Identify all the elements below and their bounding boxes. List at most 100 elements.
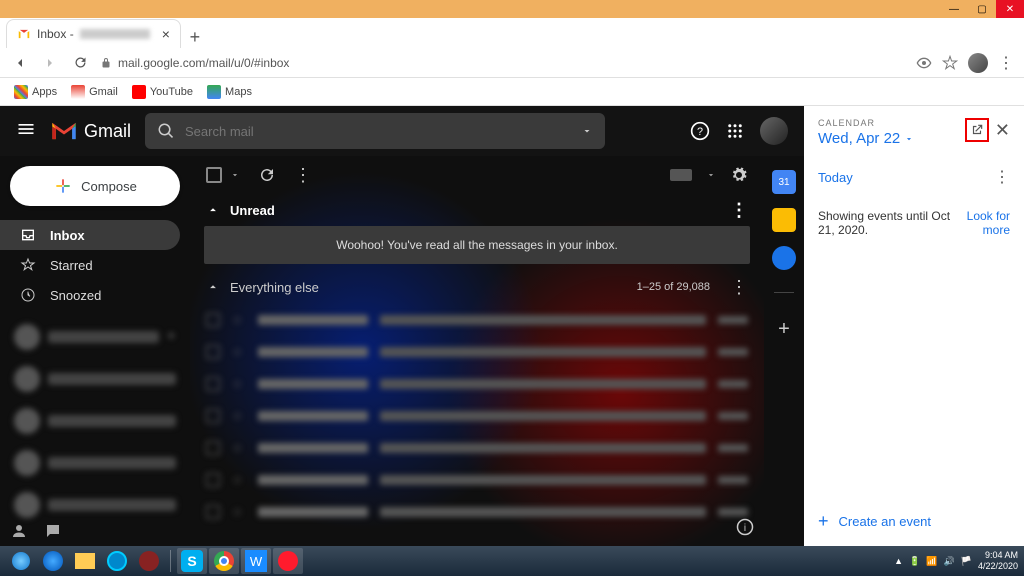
email-row[interactable]: ☆ bbox=[190, 464, 764, 496]
chevron-up-icon bbox=[206, 203, 220, 217]
refresh-icon[interactable] bbox=[258, 166, 276, 184]
today-link[interactable]: Today bbox=[818, 170, 853, 185]
email-row[interactable]: ☆ bbox=[190, 496, 764, 528]
inbox-icon bbox=[20, 227, 36, 243]
menu-button[interactable] bbox=[16, 119, 36, 144]
maps-bookmark[interactable]: Maps bbox=[207, 85, 252, 99]
unread-section-header[interactable]: Unread ⋮ bbox=[190, 194, 764, 226]
taskbar-app-icon[interactable] bbox=[102, 548, 132, 574]
minimize-button[interactable]: — bbox=[940, 0, 968, 18]
url-field[interactable]: mail.google.com/mail/u/0/#inbox bbox=[100, 56, 906, 70]
taskbar-app-icon[interactable]: W bbox=[241, 548, 271, 574]
search-options-icon[interactable] bbox=[581, 125, 593, 137]
taskbar-ie-icon[interactable] bbox=[38, 548, 68, 574]
system-tray: ▲ 🔋 📶 🔊 🏳️ 9:04 AM 4/22/2020 bbox=[894, 550, 1018, 572]
maximize-button[interactable]: ▢ bbox=[968, 0, 996, 18]
browser-tab[interactable]: Inbox - × bbox=[6, 19, 181, 48]
email-row[interactable]: ☆ bbox=[190, 368, 764, 400]
section-menu-icon[interactable]: ⋮ bbox=[730, 200, 748, 221]
email-row[interactable]: ☆ bbox=[190, 400, 764, 432]
chat-item[interactable] bbox=[14, 446, 176, 480]
tray-flag-icon[interactable]: 🏳️ bbox=[961, 556, 972, 567]
settings-icon[interactable] bbox=[730, 166, 748, 184]
back-button[interactable] bbox=[10, 53, 30, 73]
chat-item[interactable]: + bbox=[14, 320, 176, 354]
email-row[interactable]: ☆ bbox=[190, 304, 764, 336]
clock-icon bbox=[20, 287, 36, 303]
account-avatar[interactable] bbox=[760, 117, 788, 145]
taskbar-explorer-icon[interactable] bbox=[70, 548, 100, 574]
taskbar-chrome-icon[interactable] bbox=[209, 548, 239, 574]
tray-icon[interactable]: 📶 bbox=[926, 556, 937, 567]
gmail-bookmark[interactable]: Gmail bbox=[71, 85, 118, 99]
email-row[interactable]: ☆ bbox=[190, 432, 764, 464]
tasks-sidepanel-icon[interactable] bbox=[772, 246, 796, 270]
browser-menu-icon[interactable]: ⋮ bbox=[998, 53, 1014, 73]
apps-icon[interactable] bbox=[726, 122, 744, 140]
add-sidepanel-icon[interactable]: + bbox=[772, 317, 796, 341]
svg-text:?: ? bbox=[697, 126, 703, 138]
bookmark-star-icon[interactable] bbox=[942, 55, 958, 71]
taskbar-clock[interactable]: 9:04 AM 4/22/2020 bbox=[978, 550, 1018, 572]
gmail-logo[interactable]: Gmail bbox=[50, 120, 131, 142]
everything-section-header[interactable]: Everything else 1–25 of 29,088 ⋮ bbox=[190, 270, 764, 304]
calendar-showing-text: Showing events until Oct 21, 2020. bbox=[818, 209, 957, 237]
open-external-button[interactable] bbox=[965, 118, 989, 142]
url-text: mail.google.com/mail/u/0/#inbox bbox=[118, 56, 289, 70]
forward-button[interactable] bbox=[40, 53, 60, 73]
apps-bookmark[interactable]: Apps bbox=[14, 85, 57, 99]
person-icon[interactable] bbox=[10, 522, 28, 540]
taskbar-skype-icon[interactable]: S bbox=[177, 548, 207, 574]
tray-icon[interactable]: 🔋 bbox=[909, 556, 920, 567]
more-icon[interactable]: ⋮ bbox=[294, 165, 312, 186]
select-all-checkbox[interactable] bbox=[206, 167, 222, 183]
tab-title: Inbox - bbox=[37, 27, 74, 41]
calendar-header: CALENDAR Wed, Apr 22 ✕ bbox=[804, 106, 1024, 159]
gmail-header: Gmail ? bbox=[0, 106, 804, 156]
input-tool-dropdown-icon[interactable] bbox=[706, 170, 716, 180]
profile-avatar[interactable] bbox=[968, 53, 988, 73]
close-window-button[interactable]: ✕ bbox=[996, 0, 1024, 18]
calendar-sidepanel-icon[interactable]: 31 bbox=[772, 170, 796, 194]
create-event-button[interactable]: + Create an event bbox=[818, 511, 1010, 532]
search-bar[interactable] bbox=[145, 113, 605, 149]
chat-item[interactable] bbox=[14, 404, 176, 438]
sidebar-item-snoozed[interactable]: Snoozed bbox=[0, 280, 180, 310]
select-dropdown-icon[interactable] bbox=[230, 170, 240, 180]
keep-sidepanel-icon[interactable] bbox=[772, 208, 796, 232]
youtube-bookmark[interactable]: YouTube bbox=[132, 85, 193, 99]
tray-show-hidden-icon[interactable]: ▲ bbox=[894, 556, 903, 566]
tab-close-icon[interactable]: × bbox=[162, 26, 170, 42]
info-icon[interactable]: i bbox=[736, 518, 754, 536]
chat-item[interactable] bbox=[14, 362, 176, 396]
bookmarks-bar: Apps Gmail YouTube Maps bbox=[0, 78, 1024, 106]
help-icon[interactable]: ? bbox=[690, 121, 710, 141]
eye-icon[interactable] bbox=[916, 55, 932, 71]
tray-volume-icon[interactable]: 🔊 bbox=[944, 556, 955, 567]
sidebar-item-inbox[interactable]: Inbox bbox=[0, 220, 180, 250]
lock-icon bbox=[100, 57, 112, 69]
maps-icon bbox=[207, 85, 221, 99]
calendar-panel: CALENDAR Wed, Apr 22 ✕ Today ⋮ Showing e… bbox=[804, 106, 1024, 546]
taskbar-app-icon[interactable] bbox=[134, 548, 164, 574]
close-panel-button[interactable]: ✕ bbox=[995, 120, 1010, 141]
gmail-side-panel: 31 + bbox=[764, 156, 804, 546]
reload-button[interactable] bbox=[70, 53, 90, 73]
look-for-more-link[interactable]: Look formore bbox=[967, 209, 1010, 237]
chat-bubble-icon[interactable] bbox=[44, 522, 62, 540]
input-tool-icon[interactable] bbox=[670, 169, 692, 181]
search-input[interactable] bbox=[185, 124, 571, 139]
start-button[interactable] bbox=[6, 548, 36, 574]
new-tab-button[interactable]: + bbox=[181, 27, 209, 48]
taskbar-opera-icon[interactable] bbox=[273, 548, 303, 574]
plus-icon bbox=[53, 176, 73, 196]
email-row[interactable]: ☆ bbox=[190, 336, 764, 368]
calendar-menu-icon[interactable]: ⋮ bbox=[994, 167, 1010, 187]
compose-button[interactable]: Compose bbox=[10, 166, 180, 206]
mail-toolbar: ⋮ bbox=[190, 156, 764, 194]
calendar-date-picker[interactable]: Wed, Apr 22 bbox=[818, 130, 965, 147]
sidebar-item-starred[interactable]: Starred bbox=[0, 250, 180, 280]
gmail-main: ⋮ Unread ⋮ Woohoo! You've read all the m… bbox=[190, 156, 764, 546]
section-menu-icon[interactable]: ⋮ bbox=[730, 277, 748, 298]
chat-item[interactable] bbox=[14, 488, 176, 522]
